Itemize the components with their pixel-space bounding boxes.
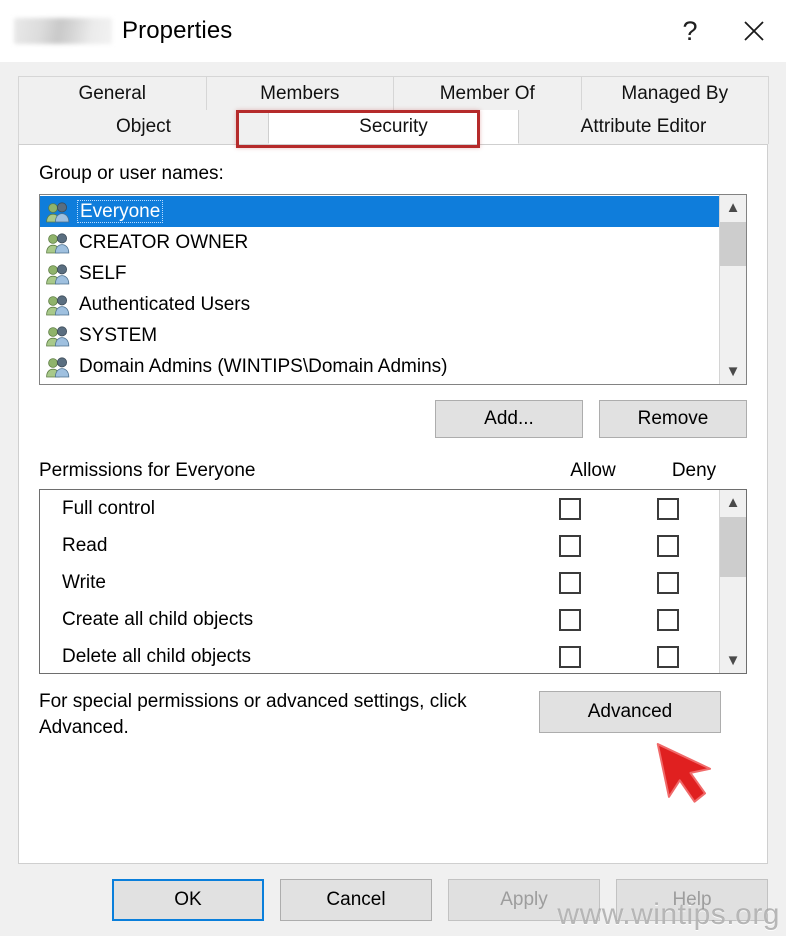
window-title-text: Properties <box>122 17 233 44</box>
permission-name: Write <box>62 571 106 593</box>
scroll-down-icon[interactable]: ▼ <box>720 648 746 673</box>
users-group-icon <box>45 263 71 285</box>
allow-checkbox[interactable] <box>559 608 581 631</box>
users-group-icon <box>45 201 71 223</box>
allow-cell <box>524 571 616 594</box>
list-item[interactable]: SELF <box>40 258 719 289</box>
list-item-label: SYSTEM <box>79 325 158 346</box>
deny-checkbox[interactable] <box>656 608 679 631</box>
close-icon[interactable] <box>722 0 786 62</box>
allow-cell <box>524 608 616 631</box>
allow-checkbox[interactable] <box>559 571 581 594</box>
tab-members[interactable]: Members <box>205 76 394 110</box>
permission-name: Delete all child objects <box>62 645 252 667</box>
permissions-header: Permissions for Everyone Allow Deny <box>39 460 747 482</box>
table-row[interactable]: Create all child objects <box>40 601 719 638</box>
list-item-label: Everyone <box>76 200 164 223</box>
title-bar-buttons: ? <box>658 0 786 62</box>
remove-button[interactable]: Remove <box>599 400 747 438</box>
tab-managed-by[interactable]: Managed By <box>580 76 769 110</box>
users-group-icon <box>45 294 71 316</box>
permissions-scrollbar[interactable]: ▲ ▼ <box>719 490 746 673</box>
tab-row-2: Object Security Attribute Editor <box>18 110 769 144</box>
advanced-section: For special permissions or advanced sett… <box>39 689 747 803</box>
table-row[interactable]: Full control <box>40 490 719 527</box>
mouse-cursor-annotation <box>649 729 741 821</box>
add-button[interactable]: Add... <box>435 400 583 438</box>
advanced-description: For special permissions or advanced sett… <box>39 691 467 738</box>
allow-checkbox[interactable] <box>559 534 581 557</box>
list-item[interactable]: Everyone <box>40 196 719 227</box>
deny-checkbox[interactable] <box>656 645 679 668</box>
list-item-label: Domain Admins (WINTIPS\Domain Admins) <box>79 356 448 377</box>
dialog-footer: OK Cancel Apply Help www.wintips.org <box>0 864 786 936</box>
allow-checkbox[interactable] <box>559 645 581 668</box>
deny-checkbox[interactable] <box>656 571 679 594</box>
permission-name: Read <box>62 534 108 556</box>
group-user-list: Everyone CREATOR OWNER SELF Authenticate… <box>40 195 719 384</box>
allow-cell <box>524 534 616 557</box>
permission-name: Full control <box>62 497 155 519</box>
tab-general[interactable]: General <box>18 76 207 110</box>
scroll-down-icon[interactable]: ▼ <box>720 359 746 384</box>
tab-attribute-editor[interactable]: Attribute Editor <box>518 110 769 144</box>
apply-button: Apply <box>448 879 600 921</box>
help-button: Help <box>616 879 768 921</box>
scroll-thumb[interactable] <box>720 222 746 266</box>
tab-object[interactable]: Object <box>18 110 269 144</box>
tab-security[interactable]: Security <box>268 110 519 144</box>
tab-member-of[interactable]: Member Of <box>393 76 582 110</box>
list-item-label: SELF <box>79 263 127 284</box>
scroll-track[interactable] <box>720 515 746 648</box>
group-user-listbox[interactable]: Everyone CREATOR OWNER SELF Authenticate… <box>39 194 747 385</box>
help-question-icon[interactable]: ? <box>658 0 722 62</box>
list-item[interactable]: Domain Admins (WINTIPS\Domain Admins) <box>40 351 719 382</box>
allow-checkbox[interactable] <box>559 497 581 520</box>
properties-dialog: Properties ? General Members Member Of M… <box>0 0 786 936</box>
add-remove-row: Add... Remove <box>39 400 747 438</box>
scroll-thumb[interactable] <box>720 517 746 577</box>
deny-cell <box>616 571 719 594</box>
list-item-label: CREATOR OWNER <box>79 232 249 253</box>
deny-cell <box>616 608 719 631</box>
cancel-button[interactable]: Cancel <box>280 879 432 921</box>
permissions-title: Permissions for Everyone <box>39 460 256 481</box>
allow-cell <box>524 645 616 668</box>
title-bar: Properties ? <box>0 0 786 62</box>
users-group-icon <box>45 325 71 347</box>
column-header-allow: Allow <box>570 460 616 481</box>
deny-checkbox[interactable] <box>656 497 679 520</box>
list-item[interactable]: CREATOR OWNER <box>40 227 719 258</box>
permissions-list: Full control Read Write Create all child… <box>40 490 719 673</box>
deny-cell <box>616 497 719 520</box>
advanced-button[interactable]: Advanced <box>539 691 721 733</box>
permission-name: Create all child objects <box>62 608 254 630</box>
group-list-scrollbar[interactable]: ▲ ▼ <box>719 195 746 384</box>
scroll-track[interactable] <box>720 220 746 359</box>
scroll-up-icon[interactable]: ▲ <box>720 195 746 220</box>
deny-cell <box>616 534 719 557</box>
users-group-icon <box>45 356 71 378</box>
permissions-listbox[interactable]: Full control Read Write Create all child… <box>39 489 747 674</box>
table-row[interactable]: Write <box>40 564 719 601</box>
list-item[interactable]: SYSTEM <box>40 320 719 351</box>
tab-row-1: General Members Member Of Managed By <box>18 76 769 110</box>
deny-cell <box>616 645 719 668</box>
list-item-label: Authenticated Users <box>79 294 251 315</box>
column-header-deny: Deny <box>671 460 717 481</box>
table-row[interactable]: Read <box>40 527 719 564</box>
security-tab-page: Group or user names: Everyone CREATOR OW… <box>18 144 768 864</box>
ok-button[interactable]: OK <box>112 879 264 921</box>
scroll-up-icon[interactable]: ▲ <box>720 490 746 515</box>
group-or-user-names-label: Group or user names: <box>39 163 224 184</box>
list-item[interactable]: Authenticated Users <box>40 289 719 320</box>
redacted-object-name <box>14 18 112 44</box>
allow-cell <box>524 497 616 520</box>
tab-strip: General Members Member Of Managed By Obj… <box>0 62 786 148</box>
deny-checkbox[interactable] <box>656 534 679 557</box>
window-title: Properties <box>14 0 232 62</box>
table-row[interactable]: Delete all child objects <box>40 638 719 673</box>
users-group-icon <box>45 232 71 254</box>
